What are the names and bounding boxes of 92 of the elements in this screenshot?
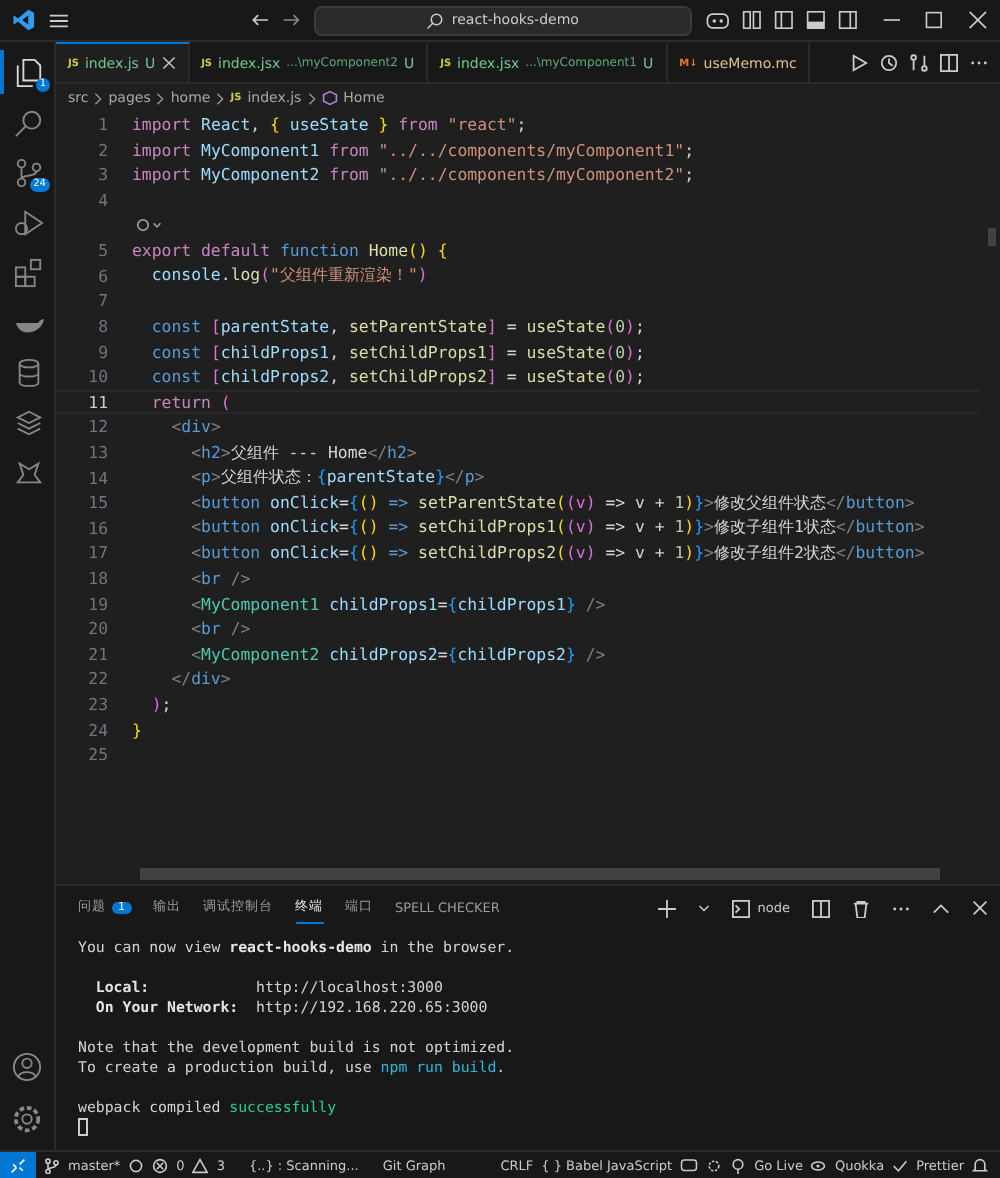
code-line: <button onClick={() => setChildProps1((v) => v + 1)}>修改子组件1状态</button> (189, 516, 925, 539)
layout-icon[interactable] (742, 10, 763, 30)
split-editor-icon[interactable] (940, 53, 958, 71)
compare-icon[interactable] (910, 53, 928, 71)
run-debug-icon[interactable] (14, 207, 44, 237)
panel-toggle-icon[interactable] (805, 10, 826, 30)
line-number: 14 (86, 467, 110, 488)
line-number: 7 (96, 290, 110, 311)
line-number: 22 (86, 668, 110, 689)
line-number: 3 (96, 164, 110, 185)
forward-arrow-icon[interactable] (282, 10, 302, 30)
close-icon[interactable] (968, 10, 989, 30)
line-number: 2 (96, 139, 110, 160)
line-number: 4 (96, 190, 110, 211)
code-line: import MyComponent2 from "../../components/myComponent2"; (132, 164, 695, 185)
code-line: <button onClick={() => setChildProps2((v) => v + 1)}>修改子组件2状态</button> (189, 541, 925, 564)
line-number: 11 (86, 391, 110, 412)
line-number: 18 (86, 567, 110, 588)
run-icon[interactable] (850, 53, 868, 71)
database-icon[interactable] (14, 357, 44, 387)
line-number: 9 (96, 341, 110, 362)
code-line: <MyComponent2 childProps2={childProps2} /> (189, 643, 606, 664)
code-line: <br /> (189, 567, 251, 588)
line-number: 12 (86, 416, 110, 437)
code-line: ); (149, 693, 172, 714)
chevron-right-icon (156, 91, 165, 105)
line-number: 1 (96, 114, 110, 135)
line-number: 8 (96, 316, 110, 337)
error-icon (152, 1157, 169, 1173)
line-number: 23 (86, 693, 110, 714)
history-icon[interactable] (880, 53, 898, 71)
source-control-icon[interactable] (14, 157, 44, 187)
line-number: 24 (86, 719, 110, 740)
split-terminal-icon[interactable] (812, 899, 830, 917)
line-number: 5 (96, 240, 110, 261)
layers-icon[interactable] (14, 407, 44, 437)
chevron-right-icon (216, 91, 225, 105)
code-line: <br /> (189, 618, 251, 639)
add-icon[interactable] (657, 899, 676, 917)
line-number: 19 (86, 593, 110, 614)
chevron-right-icon (94, 91, 103, 105)
code-line: <button onClick={() => setParentState((v) => v + 1)}>修改父组件状态</button> (189, 491, 915, 514)
line-number: 6 (96, 265, 110, 286)
app-logo-icon (12, 8, 36, 32)
code-line: const [parentState, setParentState] = useState(0); (149, 316, 645, 337)
terminal-icon (731, 899, 750, 917)
code-line: export default function Home() { (132, 240, 448, 261)
maximize-icon[interactable] (924, 10, 945, 30)
code-line: </div> (169, 668, 231, 689)
extensions-icon[interactable] (14, 257, 44, 287)
code-line: const [childProps1, setChildProps1] = useState(0); (149, 341, 645, 362)
line-number: 16 (86, 517, 110, 538)
close-icon[interactable] (161, 56, 176, 70)
settings-icon[interactable] (12, 1104, 42, 1134)
back-arrow-icon[interactable] (250, 10, 271, 30)
sidebar-toggle-icon[interactable] (774, 10, 794, 30)
code-line: <h2>父组件 --- Home</h2> (189, 441, 417, 464)
account-icon[interactable] (12, 1052, 42, 1082)
line-number: 10 (86, 366, 110, 387)
code-line: <p>父组件状态：{parentState}</p> (189, 466, 485, 489)
trash-icon[interactable] (852, 899, 870, 917)
code-line: console.log("父组件重新渲染！") (149, 264, 428, 287)
line-number: 21 (86, 643, 110, 664)
chevron-down-icon[interactable] (697, 903, 710, 913)
code-line: const [childProps2, setChildProps2] = useState(0); (149, 366, 645, 387)
codelens-icon[interactable] (136, 218, 164, 233)
line-number: 13 (86, 442, 110, 463)
chevron-right-icon (307, 91, 316, 105)
code-line: import MyComponent1 from "../../components/myComponent1"; (132, 139, 695, 160)
search-icon (425, 11, 444, 29)
line-number: 25 (86, 744, 110, 765)
bell-icon[interactable] (972, 1157, 988, 1173)
warning-icon (192, 1157, 209, 1173)
files-icon[interactable] (14, 57, 44, 87)
line-number: 20 (86, 618, 110, 639)
close-icon[interactable] (972, 900, 988, 916)
branch-icon (44, 1157, 60, 1173)
code-line: return ( (149, 391, 231, 412)
search-icon[interactable] (14, 107, 44, 137)
terminal-cursor (78, 1118, 88, 1136)
chevron-up-icon[interactable] (932, 899, 950, 917)
code-line: } (132, 719, 142, 740)
code-line: <div> (169, 416, 221, 437)
secondary-sidebar-icon[interactable] (837, 10, 858, 30)
code-line: import React, { useState } from "react"; (132, 114, 527, 135)
line-number: 15 (86, 492, 110, 513)
code-line: <MyComponent1 childProps1={childProps1} /> (189, 593, 606, 614)
check-icon (892, 1157, 909, 1173)
remote-button[interactable] (0, 1152, 36, 1178)
eye-icon (810, 1157, 827, 1173)
menu-icon[interactable] (47, 9, 70, 31)
line-number: 17 (86, 542, 110, 563)
